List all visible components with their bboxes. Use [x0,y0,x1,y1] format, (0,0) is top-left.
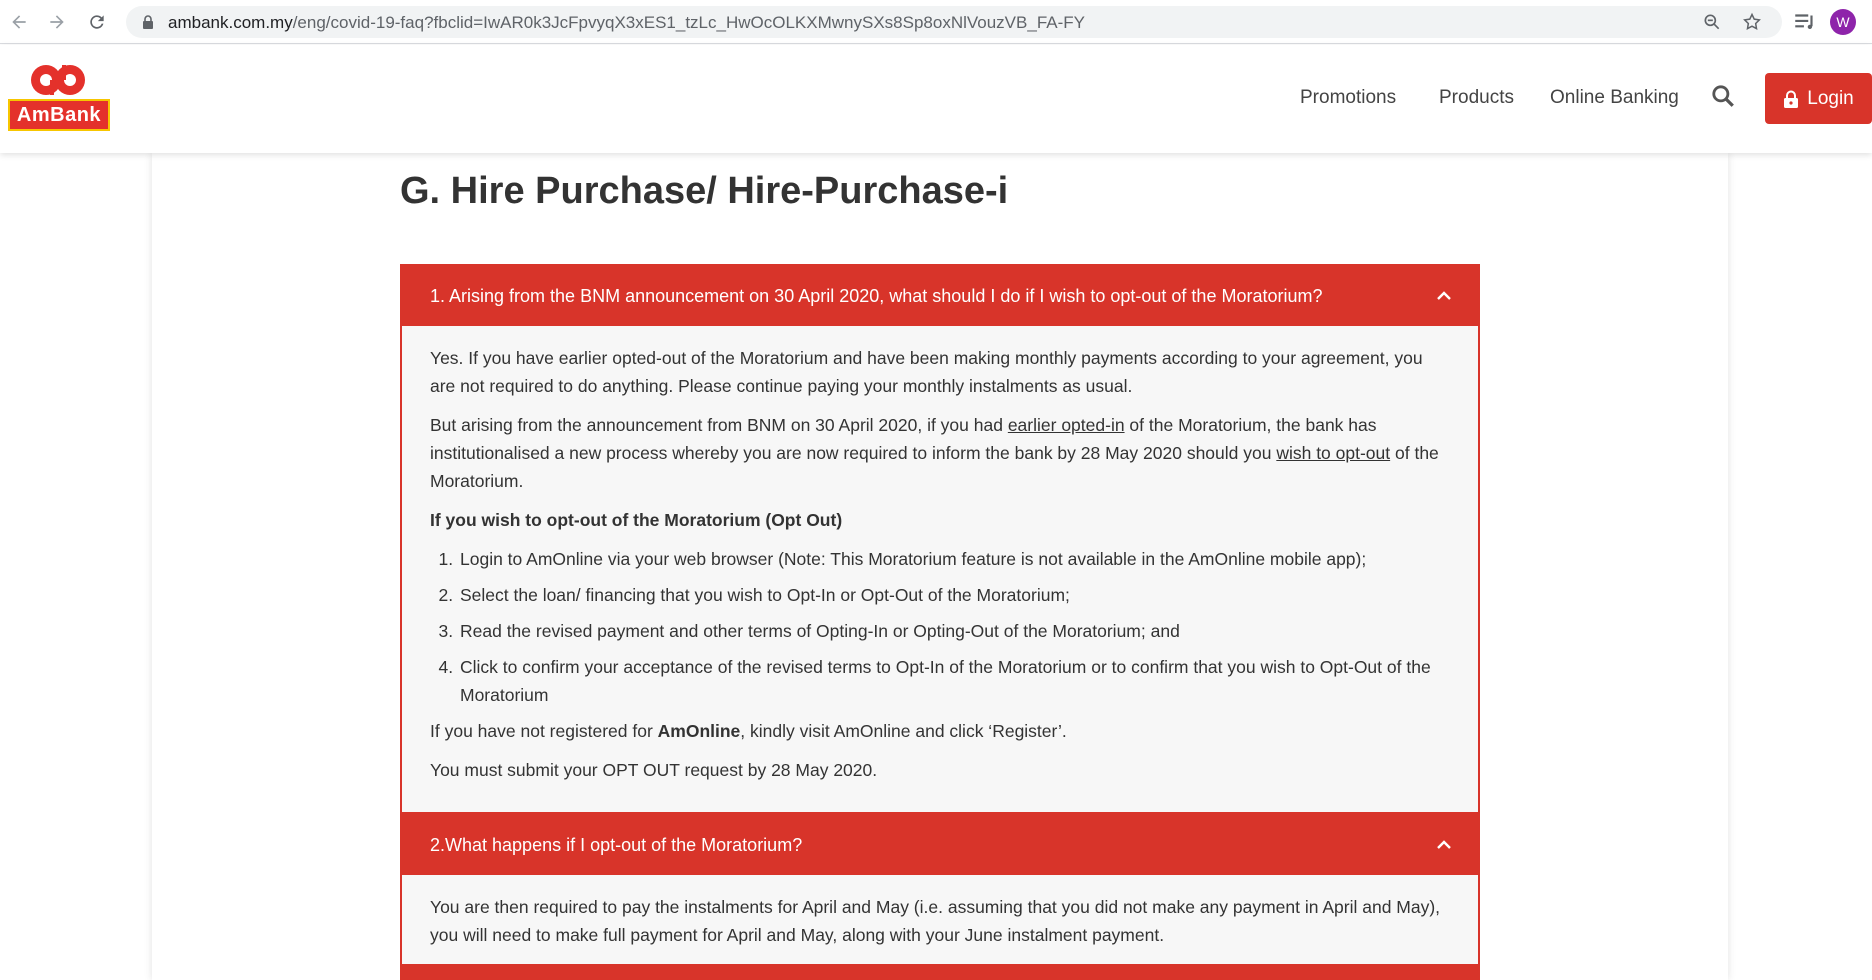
nav-promotions[interactable]: Promotions [1300,87,1396,109]
browser-toolbar: ambank.com.my/eng/covid-19-faq?fbclid=Iw… [0,0,1872,44]
faq-1-paragraph-1: Yes. If you have earlier opted-out of th… [430,348,1423,396]
list-item: Login to AmOnline via your web browser (… [458,545,1450,573]
url-path: /eng/covid-19-faq?fbclid=IwAR0k3JcFpvyqX… [292,13,1085,32]
lock-icon [143,15,153,29]
faq-answer-1: Yes. If you have earlier opted-out of th… [402,326,1478,784]
faq-1-p3-text-a: If you have not registered for [430,721,658,741]
faq-question-2[interactable]: 2.What happens if I opt-out of the Morat… [402,815,1478,875]
list-item: Read the revised payment and other terms… [458,617,1450,645]
faq-answer-2: You are then required to pay the instalm… [402,875,1478,949]
star-icon[interactable] [1742,12,1762,32]
faq-1-paragraph-3: If you have not registered for AmOnline,… [430,717,1450,745]
playlist-icon[interactable] [1792,9,1818,35]
list-item: Click to confirm your acceptance of the … [458,653,1450,709]
faq-1-p2-text-a: But arising from the announcement from B… [430,415,1008,435]
site-header: AmBank Promotions Products Online Bankin… [0,45,1872,153]
nav-online-banking[interactable]: Online Banking [1550,87,1679,109]
padlock-icon [1784,90,1799,108]
list-item: Select the loan/ financing that you wish… [458,581,1450,609]
faq-question-2-text: 2.What happens if I opt-out of the Morat… [430,834,803,855]
address-bar[interactable]: ambank.com.my/eng/covid-19-faq?fbclid=Iw… [126,6,1782,38]
chevron-up-icon[interactable] [1436,288,1452,304]
forward-button[interactable] [44,9,70,35]
ambank-logo[interactable]: AmBank [8,63,110,133]
back-button[interactable] [6,9,32,35]
url-host: ambank.com.my [168,13,293,32]
faq-question-1[interactable]: 1. Arising from the BNM announcement on … [402,266,1478,326]
arrow-right-icon [50,15,64,29]
wish-to-opt-out-link[interactable]: wish to opt-out [1276,443,1390,463]
opt-out-steps-list: Login to AmOnline via your web browser (… [430,545,1450,709]
login-button[interactable]: Login [1765,73,1872,124]
faq-1-paragraph-2: But arising from the announcement from B… [430,411,1450,495]
url-text: ambank.com.my/eng/covid-19-faq?fbclid=Iw… [168,13,1085,33]
faq-1-subheading: If you wish to opt-out of the Moratorium… [430,510,843,530]
earlier-opted-in-link[interactable]: earlier opted-in [1008,415,1125,435]
ambank-logo-mark-icon [31,65,85,95]
faq-item-1: 1. Arising from the BNM announcement on … [400,264,1480,814]
faq-question-1-text: 1. Arising from the BNM announcement on … [430,285,1323,306]
faq-item-2: 2.What happens if I opt-out of the Morat… [400,813,1480,965]
nav-products[interactable]: Products [1439,87,1514,109]
profile-avatar[interactable]: W [1830,9,1856,35]
faq-1-p3-text-b: , kindly visit AmOnline and click ‘Regis… [740,721,1067,741]
reload-icon [90,15,104,29]
arrow-left-icon [12,15,26,29]
logo-wordmark: AmBank [8,99,110,131]
faq-item-3-header-partial[interactable] [400,964,1480,980]
zoom-icon[interactable] [1702,12,1722,32]
chevron-up-icon[interactable] [1436,837,1452,853]
search-icon[interactable] [1710,83,1736,109]
section-title: G. Hire Purchase/ Hire-Purchase-i [400,170,1009,212]
faq-1-paragraph-4: You must submit your OPT OUT request by … [430,760,878,780]
login-label: Login [1807,87,1854,109]
reload-button[interactable] [84,9,110,35]
faq-2-paragraph-1: You are then required to pay the instalm… [430,897,1441,945]
amonline-bold: AmOnline [657,721,741,741]
